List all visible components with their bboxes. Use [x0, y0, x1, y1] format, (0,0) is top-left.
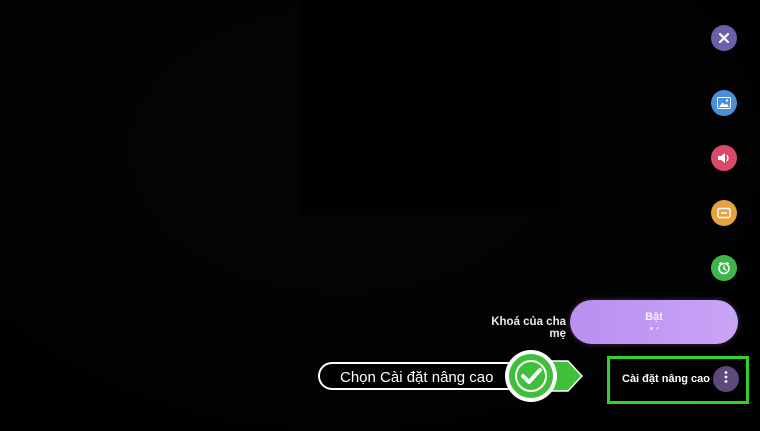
parental-lock-value: Bật [645, 311, 663, 323]
background-panel [300, 0, 562, 215]
close-button[interactable] [711, 25, 737, 51]
timer-settings-button[interactable] [711, 255, 737, 281]
page-dot [655, 327, 659, 330]
sound-icon [717, 152, 731, 164]
more-vertical-icon [724, 370, 728, 388]
tutorial-callout-text: Chọn Cài đặt nâng cao [340, 369, 494, 386]
channel-settings-button[interactable] [711, 200, 737, 226]
picture-icon [717, 97, 731, 109]
sound-settings-button[interactable] [711, 145, 737, 171]
close-icon [718, 32, 730, 44]
timer-icon [717, 261, 731, 275]
parental-lock-toggle[interactable]: Bật [570, 300, 738, 344]
tv-settings-screen: Khoá của cha mẹ Bật Chọn Cài đặt nâng ca… [0, 0, 760, 431]
tutorial-callout: Chọn Cài đặt nâng cao [318, 362, 524, 390]
advanced-settings-button[interactable] [713, 366, 739, 392]
parental-lock-label: Khoá của cha mẹ [491, 316, 566, 340]
picture-settings-button[interactable] [711, 90, 737, 116]
channel-icon [717, 207, 731, 219]
advanced-settings-highlight: Cài đặt nâng cao [607, 356, 749, 404]
page-indicator [570, 327, 738, 330]
checkmark-badge [502, 349, 584, 405]
advanced-settings-label: Cài đặt nâng cao [622, 373, 711, 385]
checkmark-icon [505, 350, 584, 402]
page-dot-active [649, 327, 653, 330]
